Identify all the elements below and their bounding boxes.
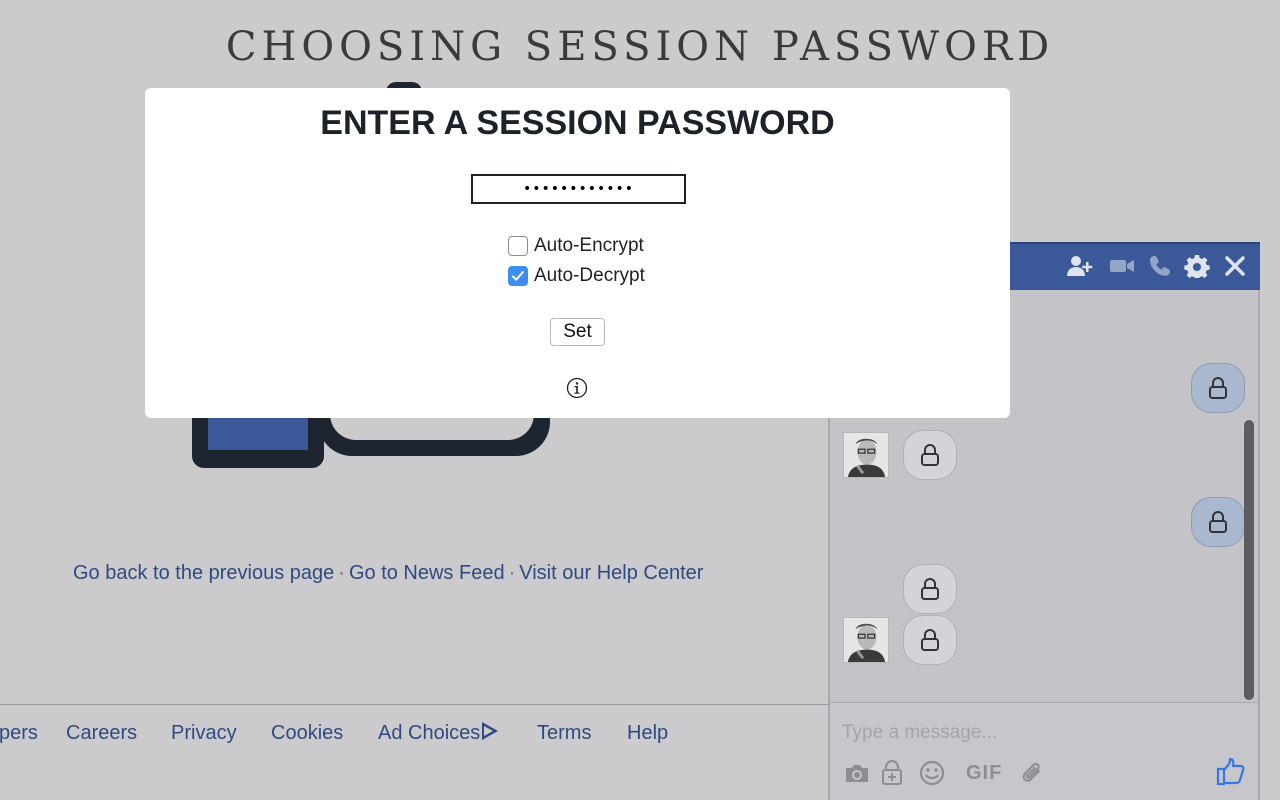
gif-button[interactable]: GIF [966, 762, 1002, 785]
sticker-icon[interactable] [879, 760, 905, 786]
auto-encrypt-checkbox[interactable] [508, 236, 528, 256]
add-friend-icon[interactable] [1067, 254, 1093, 278]
footer-link-cookies[interactable]: Cookies [271, 722, 343, 745]
auto-encrypt-option[interactable]: Auto-Encrypt [508, 234, 644, 258]
info-circle-icon[interactable] [566, 377, 588, 399]
set-button[interactable]: Set [550, 318, 605, 346]
link-separator: · [338, 562, 345, 584]
emoji-icon[interactable] [919, 760, 945, 786]
message-bubble-outgoing[interactable] [1191, 363, 1245, 413]
error-links: Go back to the previous page · Go to News … [73, 562, 703, 585]
checkmark-icon [512, 271, 524, 281]
lock-icon [1209, 511, 1227, 533]
dialog-title: ENTER A SESSION PASSWORD [320, 104, 835, 142]
gear-icon[interactable] [1184, 254, 1210, 278]
footer-divider [0, 704, 828, 705]
auto-decrypt-checkbox[interactable] [508, 266, 528, 286]
message-input[interactable] [842, 720, 1222, 746]
lock-icon [1209, 377, 1227, 399]
page-title: CHOOSING SESSION PASSWORD [225, 24, 1055, 70]
footer-link-terms[interactable]: Terms [537, 722, 591, 745]
video-call-icon[interactable] [1109, 254, 1135, 278]
voice-call-icon[interactable] [1148, 254, 1174, 278]
message-bubble-incoming[interactable] [903, 430, 957, 480]
auto-decrypt-option[interactable]: Auto-Decrypt [508, 264, 645, 288]
close-icon[interactable] [1222, 254, 1248, 278]
chat-scrollbar[interactable] [1244, 420, 1254, 700]
auto-encrypt-label: Auto-Encrypt [534, 235, 644, 256]
lock-icon [921, 629, 939, 651]
auto-decrypt-label: Auto-Decrypt [534, 265, 645, 286]
news-feed-link[interactable]: Go to News Feed [349, 562, 505, 584]
footer-link-privacy[interactable]: Privacy [171, 722, 237, 745]
lock-icon [921, 578, 939, 600]
session-password-input[interactable] [471, 174, 686, 204]
help-center-link[interactable]: Visit our Help Center [519, 562, 703, 584]
lock-icon [921, 444, 939, 466]
footer-link-help[interactable]: Help [627, 722, 668, 745]
footer-link-careers[interactable]: Careers [66, 722, 137, 745]
message-bubble-incoming[interactable] [903, 615, 957, 665]
thumbs-up-icon[interactable] [1216, 757, 1246, 787]
link-separator: · [508, 562, 516, 584]
ad-choices-icon [482, 722, 499, 740]
camera-icon[interactable] [844, 760, 870, 786]
paperclip-icon[interactable] [1019, 760, 1045, 786]
message-bubble-outgoing[interactable] [1191, 497, 1245, 547]
footer-link-ad-choices[interactable]: Ad Choices [378, 722, 499, 745]
message-bubble-incoming[interactable] [903, 564, 957, 614]
contact-avatar[interactable] [843, 432, 889, 478]
footer-link-developers[interactable]: pers [0, 722, 38, 745]
contact-avatar[interactable] [843, 617, 889, 663]
ad-choices-label: Ad Choices [378, 722, 481, 744]
go-back-link[interactable]: Go back to the previous page [73, 562, 334, 584]
